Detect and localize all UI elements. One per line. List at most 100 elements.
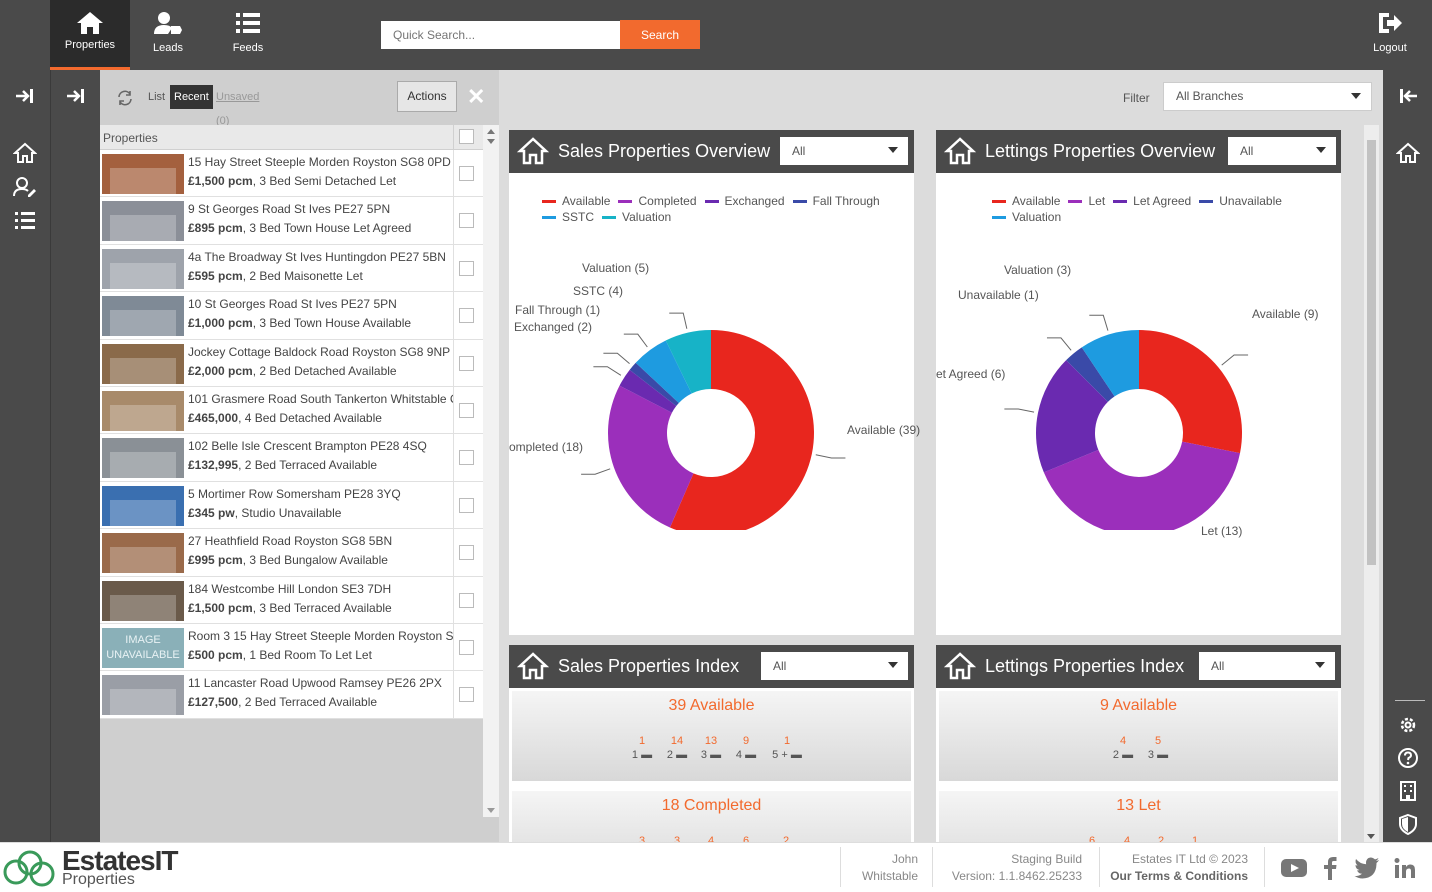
- branches-button[interactable]: [1383, 780, 1432, 805]
- row-checkbox[interactable]: [459, 687, 474, 703]
- property-address[interactable]: 5 Mortimer Row Somersham PE28 3YQ: [188, 487, 453, 501]
- legend-item[interactable]: Unavailable: [1199, 193, 1282, 209]
- tab-recent[interactable]: Recent: [170, 85, 213, 109]
- property-address[interactable]: Jockey Cottage Baldock Road Royston SG8 …: [188, 345, 453, 359]
- table-row[interactable]: 101 Grasmere Road South Tankerton Whitst…: [100, 386, 483, 435]
- property-thumbnail[interactable]: [102, 438, 184, 479]
- property-address[interactable]: 9 St Georges Road St Ives PE27 5PN: [188, 202, 453, 216]
- legend-item[interactable]: Completed: [618, 193, 697, 209]
- youtube-icon[interactable]: [1280, 858, 1308, 878]
- property-address[interactable]: 184 Westcombe Hill London SE3 7DH: [188, 582, 453, 596]
- sales-available-box[interactable]: 39 Available 11 ▬ 14 2 ▬ 13 3 ▬ 94 ▬ 15 + …: [512, 691, 911, 781]
- row-checkbox[interactable]: [459, 166, 474, 181]
- security-button[interactable]: [1383, 813, 1432, 838]
- legend-item[interactable]: Available: [992, 193, 1060, 209]
- table-row[interactable]: 102 Belle Isle Crescent Brampton PE28 4S…: [100, 434, 483, 482]
- row-checkbox[interactable]: [459, 402, 474, 418]
- row-checkbox[interactable]: [459, 308, 474, 324]
- property-thumbnail[interactable]: [102, 296, 184, 337]
- table-row[interactable]: IMAGE UNAVAILABLE Room 3 15 Hay Street St…: [100, 623, 483, 672]
- legend-item[interactable]: Exchanged: [704, 193, 785, 209]
- lettings-index-select[interactable]: All: [1199, 652, 1335, 680]
- terms-link[interactable]: Our Terms & Conditions: [1105, 868, 1248, 885]
- lettings-overview-select[interactable]: All: [1228, 137, 1336, 165]
- row-checkbox[interactable]: [459, 450, 474, 466]
- actions-button[interactable]: Actions: [397, 81, 457, 112]
- sales-overview-select[interactable]: All: [780, 137, 908, 165]
- close-icon[interactable]: ✕: [467, 84, 485, 110]
- help-button[interactable]: [1383, 747, 1432, 772]
- row-checkbox[interactable]: [459, 355, 474, 371]
- table-row[interactable]: 5 Mortimer Row Somersham PE28 3YQ £345 pw…: [100, 481, 483, 530]
- property-thumbnail[interactable]: [102, 248, 184, 289]
- select-all-checkbox[interactable]: [459, 129, 474, 144]
- property-thumbnail[interactable]: [102, 201, 184, 242]
- scrollbar-thumb[interactable]: [1367, 140, 1376, 565]
- tab-list[interactable]: List: [144, 85, 169, 109]
- donut-slice-available[interactable]: [1139, 330, 1242, 454]
- legend-item[interactable]: Fall Through: [792, 193, 880, 209]
- nav-properties[interactable]: Properties: [50, 0, 130, 70]
- settings-button[interactable]: [1383, 714, 1432, 739]
- row-checkbox[interactable]: [459, 639, 474, 655]
- rail-leads[interactable]: [0, 176, 50, 201]
- table-row[interactable]: 4a The Broadway St Ives Huntingdon PE27 …: [100, 244, 483, 293]
- main-scrollbar[interactable]: [1364, 125, 1379, 842]
- property-thumbnail[interactable]: [102, 390, 184, 431]
- lettings-let-box[interactable]: 13 Let 6 4 2 1: [939, 791, 1338, 842]
- legend-item[interactable]: Valuation: [992, 209, 1061, 225]
- logout-button[interactable]: Logout: [1350, 0, 1430, 70]
- collapse-right-panel-button[interactable]: [1383, 86, 1432, 109]
- table-row[interactable]: Jockey Cottage Baldock Road Royston SG8 …: [100, 339, 483, 387]
- property-thumbnail[interactable]: [102, 343, 184, 384]
- property-thumbnail[interactable]: [102, 533, 184, 574]
- legend-item[interactable]: SSTC: [542, 209, 594, 225]
- legend-item[interactable]: Let: [1068, 193, 1105, 209]
- legend-item[interactable]: Available: [542, 193, 610, 209]
- branch-filter-select[interactable]: All Branches: [1163, 82, 1372, 111]
- expand-panel-button[interactable]: [0, 86, 50, 109]
- legend-item[interactable]: Let Agreed: [1113, 193, 1191, 209]
- row-checkbox[interactable]: [459, 592, 474, 608]
- scroll-bottom-arrow[interactable]: [487, 808, 495, 813]
- property-address[interactable]: Room 3 15 Hay Street Steeple Morden Roys…: [188, 629, 453, 643]
- property-thumbnail[interactable]: [102, 154, 184, 194]
- row-checkbox[interactable]: [459, 213, 474, 229]
- property-address[interactable]: 15 Hay Street Steeple Morden Royston SG8…: [188, 155, 453, 169]
- lettings-available-box[interactable]: 9 Available 42 ▬ 53 ▬: [939, 691, 1338, 781]
- facebook-icon[interactable]: [1322, 856, 1338, 880]
- refresh-icon[interactable]: [117, 90, 133, 106]
- nav-leads[interactable]: Leads: [128, 0, 208, 70]
- table-row[interactable]: 27 Heathfield Road Royston SG8 5BN £995 p…: [100, 529, 483, 577]
- scroll-down-arrow[interactable]: [1367, 834, 1375, 839]
- tab-unsaved[interactable]: Unsaved (0): [212, 85, 263, 127]
- table-row[interactable]: 9 St Georges Road St Ives PE27 5PN £895 p…: [100, 197, 483, 245]
- property-address[interactable]: 101 Grasmere Road South Tankerton Whitst…: [188, 392, 453, 406]
- twitter-icon[interactable]: [1354, 857, 1380, 879]
- property-address[interactable]: 27 Heathfield Road Royston SG8 5BN: [188, 534, 453, 548]
- scroll-up-arrow[interactable]: [487, 129, 495, 134]
- property-address[interactable]: 4a The Broadway St Ives Huntingdon PE27 …: [188, 250, 453, 264]
- sales-index-select[interactable]: All: [761, 652, 908, 680]
- row-checkbox[interactable]: [459, 497, 474, 513]
- nav-feeds[interactable]: Feeds: [208, 0, 288, 70]
- rail-feeds[interactable]: [0, 210, 50, 233]
- table-row[interactable]: 11 Lancaster Road Upwood Ramsey PE26 2PX…: [100, 671, 483, 719]
- property-thumbnail[interactable]: [102, 580, 184, 621]
- property-address[interactable]: 11 Lancaster Road Upwood Ramsey PE26 2PX: [188, 676, 453, 690]
- scroll-down-arrow[interactable]: [487, 139, 495, 144]
- row-checkbox[interactable]: [459, 260, 474, 276]
- property-address[interactable]: 10 St Georges Road St Ives PE27 5PN: [188, 297, 453, 311]
- collapse-list-button[interactable]: [51, 86, 101, 109]
- search-button[interactable]: Search: [620, 20, 700, 49]
- list-scrollbar[interactable]: [483, 125, 499, 817]
- linkedin-icon[interactable]: [1394, 857, 1416, 879]
- property-thumbnail[interactable]: [102, 485, 184, 526]
- table-row[interactable]: 10 St Georges Road St Ives PE27 5PN £1,00…: [100, 292, 483, 340]
- sales-completed-box[interactable]: 18 Completed 3 3 4 6 2: [512, 791, 911, 842]
- table-row[interactable]: 15 Hay Street Steeple Morden Royston SG8…: [100, 150, 483, 198]
- table-row[interactable]: 184 Westcombe Hill London SE3 7DH £1,500 …: [100, 576, 483, 624]
- property-thumbnail[interactable]: IMAGE UNAVAILABLE: [102, 627, 184, 668]
- rail-home[interactable]: [1383, 142, 1432, 167]
- quick-search-input[interactable]: [381, 21, 621, 49]
